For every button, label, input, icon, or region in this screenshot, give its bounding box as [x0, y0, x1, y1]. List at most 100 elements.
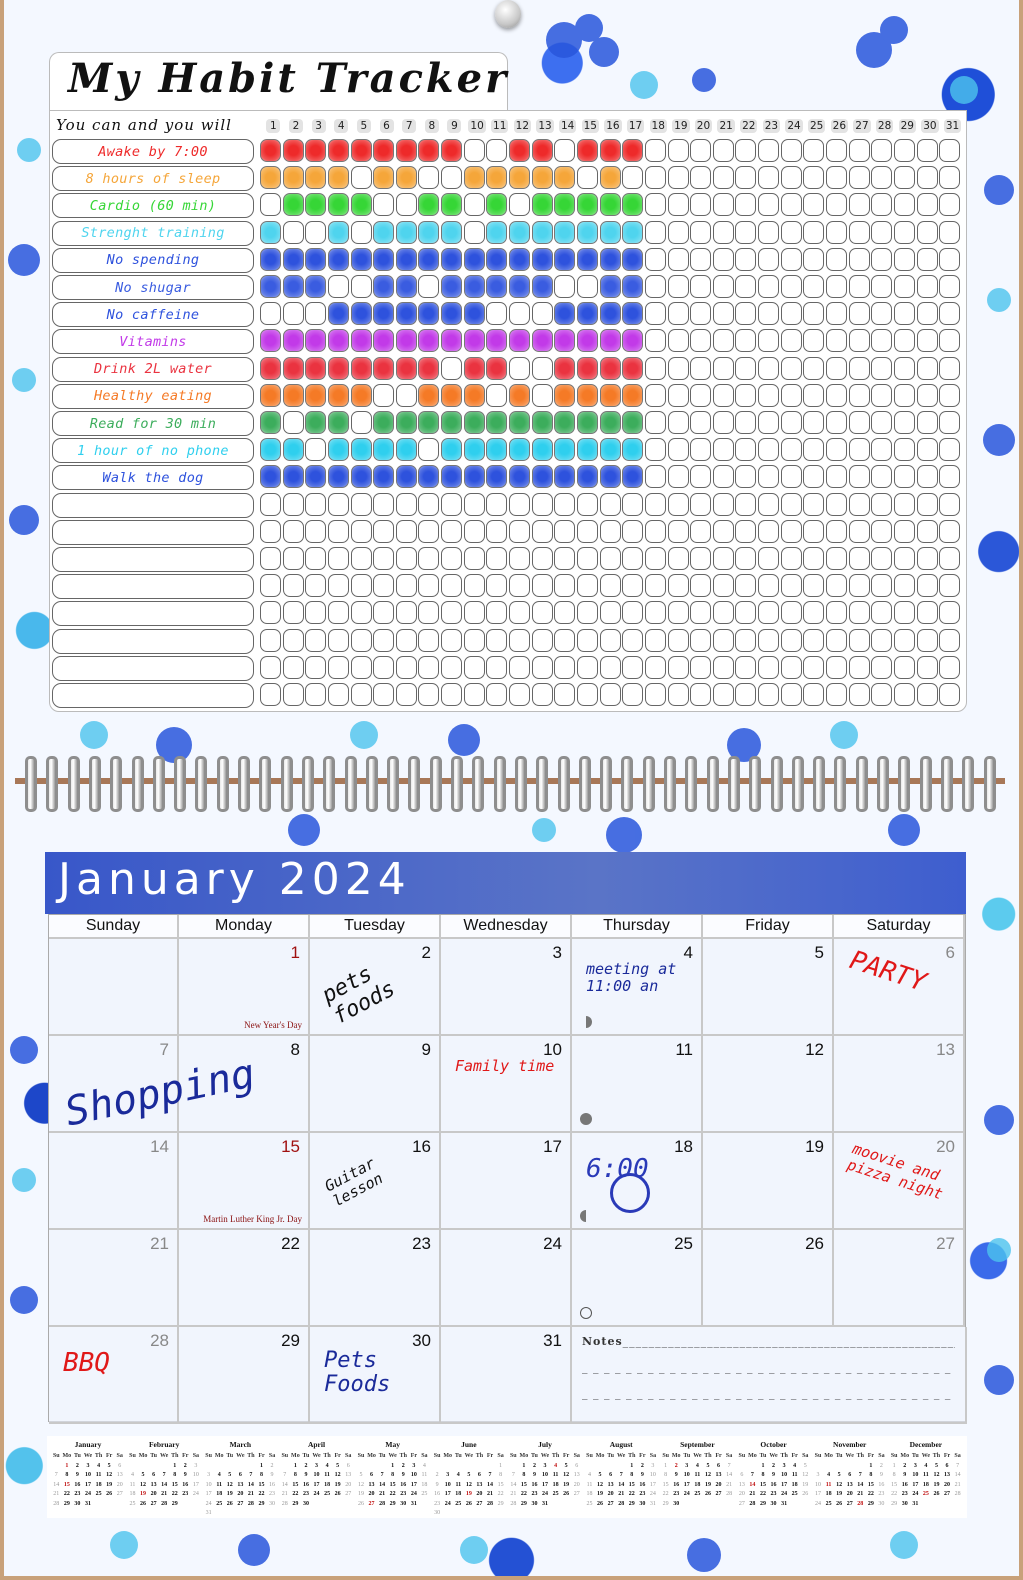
- habit-checkbox[interactable]: [871, 166, 893, 190]
- habit-checkbox[interactable]: [486, 547, 508, 570]
- habit-checkbox[interactable]: [735, 193, 757, 217]
- habit-checkbox[interactable]: [780, 628, 802, 652]
- habit-checkbox[interactable]: [848, 655, 870, 679]
- habit-checkbox[interactable]: [576, 519, 598, 543]
- habit-checkbox[interactable]: [418, 547, 440, 570]
- habit-checkbox[interactable]: [916, 547, 938, 570]
- habit-checkbox[interactable]: [803, 302, 825, 326]
- habit-checkbox[interactable]: [463, 683, 485, 706]
- habit-checkbox[interactable]: [441, 519, 463, 543]
- habit-checkbox[interactable]: [758, 628, 780, 652]
- habit-checkbox[interactable]: [282, 547, 304, 570]
- habit-checkbox[interactable]: [418, 302, 440, 326]
- habit-checkbox[interactable]: [780, 220, 802, 244]
- habit-checkbox[interactable]: [395, 465, 417, 489]
- habit-checkbox[interactable]: [735, 166, 757, 190]
- habit-checkbox[interactable]: [939, 465, 961, 489]
- habit-checkbox[interactable]: [826, 247, 848, 271]
- day-cell[interactable]: 25: [572, 1230, 703, 1327]
- habit-checkbox[interactable]: [327, 683, 349, 706]
- habit-checkbox[interactable]: [327, 302, 349, 326]
- habit-checkbox[interactable]: [848, 438, 870, 462]
- habit-label[interactable]: Healthy eating: [52, 383, 254, 409]
- habit-checkbox[interactable]: [373, 465, 395, 489]
- habit-checkbox[interactable]: [848, 383, 870, 407]
- habit-checkbox[interactable]: [441, 302, 463, 326]
- habit-checkbox[interactable]: [282, 628, 304, 652]
- habit-checkbox[interactable]: [871, 574, 893, 598]
- habit-checkbox[interactable]: [554, 220, 576, 244]
- habit-checkbox[interactable]: [916, 574, 938, 598]
- habit-checkbox[interactable]: [667, 547, 689, 570]
- habit-checkbox[interactable]: [644, 547, 666, 570]
- habit-checkbox[interactable]: [599, 356, 621, 380]
- habit-checkbox[interactable]: [531, 302, 553, 326]
- habit-checkbox[interactable]: [622, 275, 644, 298]
- habit-checkbox[interactable]: [893, 356, 915, 380]
- habit-checkbox[interactable]: [531, 193, 553, 217]
- habit-checkbox[interactable]: [667, 628, 689, 652]
- habit-checkbox[interactable]: [712, 220, 734, 244]
- habit-checkbox[interactable]: [282, 465, 304, 489]
- habit-checkbox[interactable]: [576, 247, 598, 271]
- habit-checkbox[interactable]: [509, 411, 531, 434]
- habit-checkbox[interactable]: [780, 438, 802, 462]
- habit-checkbox[interactable]: [509, 465, 531, 489]
- habit-checkbox[interactable]: [690, 329, 712, 353]
- habit-checkbox[interactable]: [531, 438, 553, 462]
- habit-checkbox[interactable]: [599, 411, 621, 434]
- habit-checkbox[interactable]: [848, 574, 870, 598]
- habit-checkbox[interactable]: [780, 193, 802, 217]
- habit-checkbox[interactable]: [622, 438, 644, 462]
- habit-checkbox[interactable]: [599, 166, 621, 190]
- habit-checkbox[interactable]: [395, 683, 417, 706]
- habit-checkbox[interactable]: [893, 574, 915, 598]
- habit-checkbox[interactable]: [305, 465, 327, 489]
- habit-checkbox[interactable]: [916, 275, 938, 298]
- habit-checkbox[interactable]: [939, 547, 961, 570]
- habit-checkbox[interactable]: [531, 220, 553, 244]
- habit-checkbox[interactable]: [373, 329, 395, 353]
- habit-checkbox[interactable]: [463, 220, 485, 244]
- habit-checkbox[interactable]: [441, 601, 463, 625]
- habit-checkbox[interactable]: [463, 329, 485, 353]
- habit-checkbox[interactable]: [327, 329, 349, 353]
- habit-checkbox[interactable]: [395, 247, 417, 271]
- habit-checkbox[interactable]: [780, 329, 802, 353]
- habit-checkbox[interactable]: [667, 438, 689, 462]
- habit-checkbox[interactable]: [780, 411, 802, 434]
- habit-checkbox[interactable]: [826, 574, 848, 598]
- habit-checkbox[interactable]: [735, 655, 757, 679]
- habit-checkbox[interactable]: [712, 356, 734, 380]
- habit-checkbox[interactable]: [848, 356, 870, 380]
- habit-checkbox[interactable]: [441, 383, 463, 407]
- habit-checkbox[interactable]: [260, 655, 281, 679]
- habit-checkbox[interactable]: [803, 247, 825, 271]
- habit-checkbox[interactable]: [554, 519, 576, 543]
- habit-checkbox[interactable]: [395, 220, 417, 244]
- habit-checkbox[interactable]: [373, 275, 395, 298]
- habit-checkbox[interactable]: [690, 655, 712, 679]
- habit-checkbox[interactable]: [260, 329, 281, 353]
- habit-checkbox[interactable]: [644, 193, 666, 217]
- habit-checkbox[interactable]: [690, 411, 712, 434]
- habit-checkbox[interactable]: [690, 166, 712, 190]
- habit-checkbox[interactable]: [712, 139, 734, 162]
- habit-checkbox[interactable]: [826, 519, 848, 543]
- habit-checkbox[interactable]: [531, 547, 553, 570]
- habit-checkbox[interactable]: [305, 275, 327, 298]
- habit-label[interactable]: 8 hours of sleep: [52, 166, 254, 192]
- habit-checkbox[interactable]: [758, 683, 780, 706]
- day-cell[interactable]: 29: [179, 1327, 310, 1424]
- habit-checkbox[interactable]: [893, 247, 915, 271]
- habit-checkbox[interactable]: [803, 547, 825, 570]
- habit-checkbox[interactable]: [667, 220, 689, 244]
- habit-checkbox[interactable]: [893, 220, 915, 244]
- habit-checkbox[interactable]: [350, 247, 372, 271]
- habit-checkbox[interactable]: [893, 547, 915, 570]
- habit-checkbox[interactable]: [916, 411, 938, 434]
- habit-checkbox[interactable]: [260, 492, 281, 516]
- habit-checkbox[interactable]: [554, 547, 576, 570]
- habit-checkbox[interactable]: [826, 302, 848, 326]
- habit-checkbox[interactable]: [576, 139, 598, 162]
